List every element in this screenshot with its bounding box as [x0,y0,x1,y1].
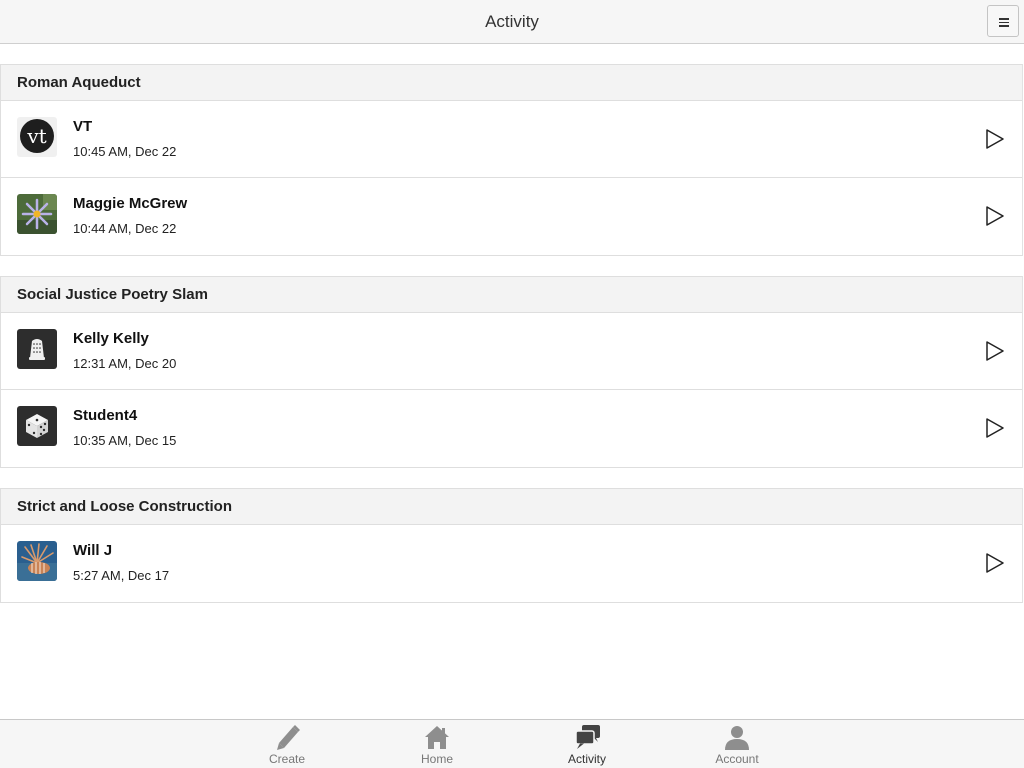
item-timestamp: 10:44 AM, Dec 22 [73,221,177,236]
pencil-icon [277,725,300,750]
list-item[interactable]: Student4 10:35 AM, Dec 15 [1,390,1022,467]
item-name: VT [73,118,93,135]
tab-label: Create [268,752,306,766]
activity-group: Social Justice Poetry Slam Kelly Kelly 1… [0,276,1023,468]
group-title: Roman Aqueduct [1,65,1022,101]
vt-logo-icon: vt [17,117,57,157]
item-timestamp: 12:31 AM, Dec 20 [73,356,177,371]
list-item[interactable]: Kelly Kelly 12:31 AM, Dec 20 [1,313,1022,390]
app-window: Activity Roman Aqueduct vt VT 10:45 AM, [0,0,1024,768]
item-timestamp: 10:45 AM, Dec 22 [73,144,177,159]
tab-home[interactable]: Home [387,720,487,768]
flower-photo-icon [17,194,57,234]
tab-create[interactable]: Create [237,720,337,768]
item-timestamp: 10:35 AM, Dec 15 [73,433,177,448]
lionfish-photo-icon [17,541,57,581]
group-title: Strict and Loose Construction [1,489,1022,525]
tab-activity[interactable]: Activity [537,720,637,768]
item-name: Student4 [73,407,138,424]
avatar [17,406,57,446]
activity-group: Strict and Loose Construction Will J 5:2… [0,488,1023,603]
item-name: Will J [73,542,113,559]
tab-label: Activity [567,752,606,766]
svg-text:vt: vt [26,124,46,148]
tab-label: Account [715,752,759,766]
thimble-icon [17,329,57,369]
activity-list[interactable]: Roman Aqueduct vt VT 10:45 AM, Dec 22 Ma… [0,44,1024,719]
home-icon [425,726,449,749]
hamburger-menu-icon [999,18,1009,20]
tab-label: Home [420,752,453,766]
avatar [17,329,57,369]
chat-bubbles-icon [575,725,600,749]
play-arrow-icon[interactable] [986,341,1004,361]
item-timestamp: 5:27 AM, Dec 17 [73,568,170,583]
play-arrow-icon[interactable] [986,206,1004,226]
item-name: Kelly Kelly [73,330,149,347]
avatar [17,194,57,234]
play-arrow-icon[interactable] [986,553,1004,573]
group-title: Social Justice Poetry Slam [1,277,1022,313]
avatar [17,541,57,581]
bottom-tab-bar: Create Home Activity Account [0,719,1024,768]
menu-button[interactable] [987,5,1019,37]
list-item[interactable]: Maggie McGrew 10:44 AM, Dec 22 [1,178,1022,255]
person-icon [725,726,749,750]
play-arrow-icon[interactable] [986,418,1004,438]
item-name: Maggie McGrew [73,195,188,212]
dice-icon [17,406,57,446]
play-arrow-icon[interactable] [986,129,1004,149]
tab-account[interactable]: Account [687,720,787,768]
activity-group: Roman Aqueduct vt VT 10:45 AM, Dec 22 Ma… [0,64,1023,256]
list-item[interactable]: Will J 5:27 AM, Dec 17 [1,525,1022,602]
top-bar: Activity [0,0,1024,44]
avatar: vt [17,117,57,157]
page-title: Activity [485,12,539,31]
list-item[interactable]: vt VT 10:45 AM, Dec 22 [1,101,1022,178]
